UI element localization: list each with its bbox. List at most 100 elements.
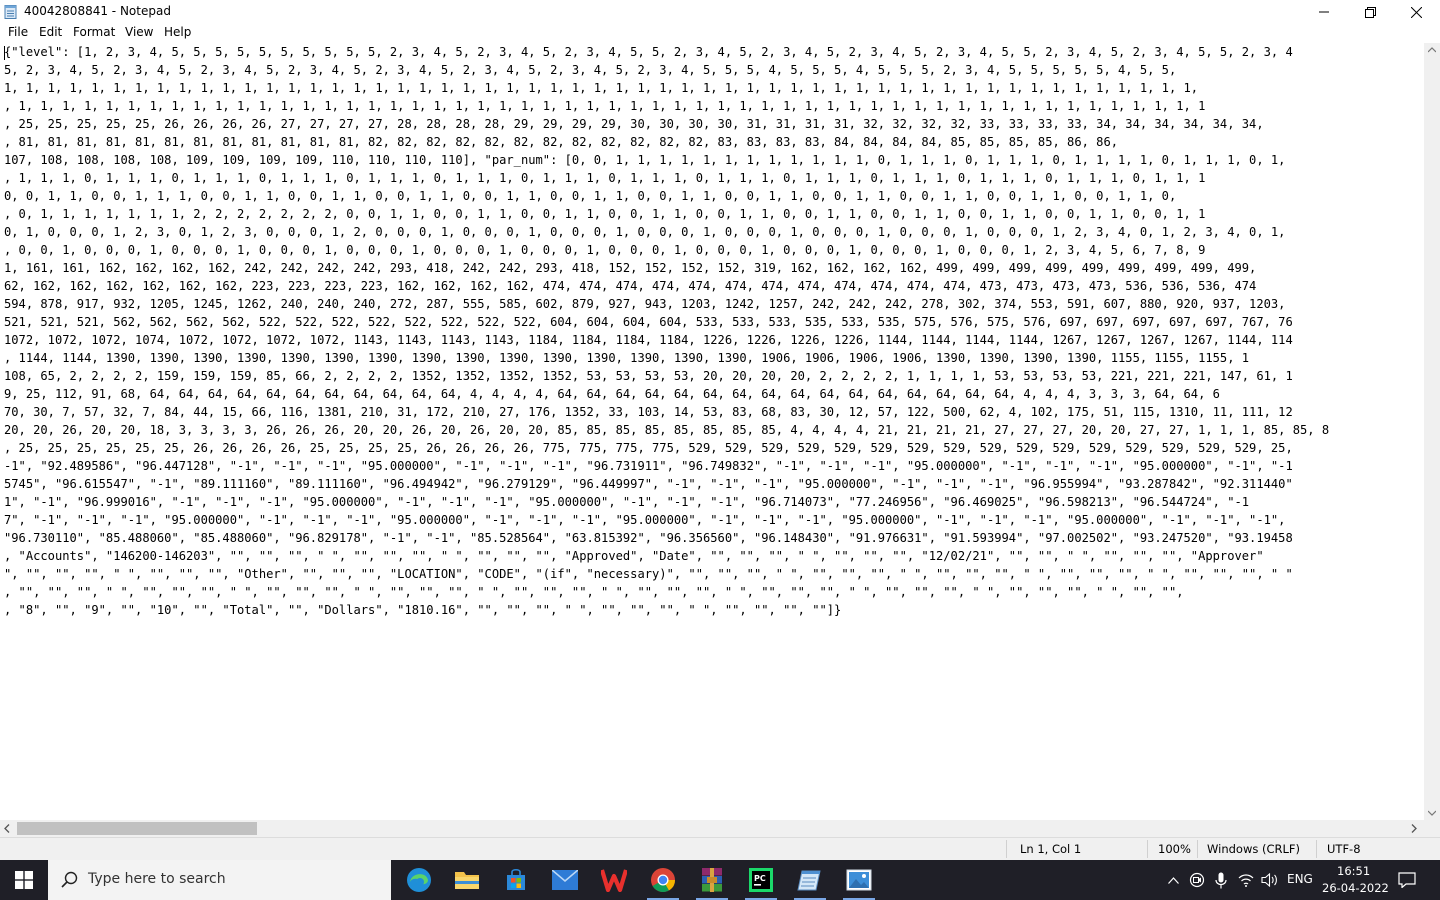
restore-icon [1364, 6, 1376, 18]
windows-logo-icon [15, 871, 33, 889]
notification-center-button[interactable] [1392, 860, 1422, 900]
text-editor[interactable]: {"level": [1, 2, 3, 4, 5, 5, 5, 5, 5, 5,… [0, 43, 1424, 820]
taskbar-chrome[interactable] [639, 860, 687, 900]
zoom-level: 100% [1158, 842, 1191, 856]
wifi-icon [1238, 874, 1254, 887]
text-line: , "8", "", "9", "", "10", "", "Total", "… [4, 603, 842, 617]
close-button[interactable] [1393, 0, 1439, 24]
menu-bar: File Edit Format View Help [0, 24, 1440, 43]
clock-time[interactable]: 16:51 [1337, 864, 1370, 878]
horizontal-scrollbar[interactable] [0, 820, 1424, 837]
menu-view[interactable]: View [125, 25, 153, 39]
text-line: 1", "-1", "96.999016", "-1", "-1", "-1",… [4, 495, 1250, 509]
status-divider [1147, 840, 1148, 858]
encoding: UTF-8 [1327, 842, 1361, 856]
text-line: , "", "", "", " ", "", "", "", " ", "", … [4, 585, 1184, 599]
title-bar: 40042808841 - Notepad [0, 0, 1440, 24]
scroll-up-icon[interactable] [1428, 47, 1436, 53]
minimize-icon [1319, 11, 1329, 13]
horizontal-scroll-thumb[interactable] [17, 822, 257, 835]
taskbar: Type here to search PC ENG 16:51 26-04-2… [0, 860, 1440, 900]
search-placeholder: Type here to search [88, 871, 226, 887]
text-line: 5745", "96.615547", "-1", "89.111160", "… [4, 477, 1293, 491]
text-line: 521, 521, 521, 562, 562, 562, 562, 522, … [4, 315, 1293, 329]
text-line: "96.730110", "85.488060", "85.488060", "… [4, 531, 1293, 545]
text-line: 9, 25, 112, 91, 68, 64, 64, 64, 64, 64, … [4, 387, 1220, 401]
search-icon [61, 871, 78, 888]
text-line: , 25, 25, 25, 25, 25, 26, 26, 26, 26, 27… [4, 117, 1264, 131]
text-line: , 1, 1, 1, 0, 1, 1, 1, 0, 1, 1, 1, 0, 1,… [4, 171, 1206, 185]
text-line: {"level": [1, 2, 3, 4, 5, 5, 5, 5, 5, 5,… [4, 45, 1293, 59]
taskbar-store[interactable] [492, 860, 540, 900]
text-line: ", "", "", "", " ", "", "", "", "Other",… [4, 567, 1293, 581]
text-line: 20, 20, 26, 20, 20, 18, 3, 3, 3, 3, 26, … [4, 423, 1330, 437]
text-line: 0, 1, 0, 0, 0, 1, 2, 3, 0, 1, 2, 3, 0, 0… [4, 225, 1286, 239]
text-line: , 1144, 1144, 1390, 1390, 1390, 1390, 13… [4, 351, 1250, 365]
svg-text:PC: PC [754, 874, 766, 883]
wps-office-icon [601, 869, 627, 892]
scroll-down-icon[interactable] [1428, 810, 1436, 816]
status-bar: Ln 1, Col 1 100% Windows (CRLF) UTF-8 [0, 837, 1440, 860]
taskbar-notepad[interactable] [786, 860, 834, 900]
text-line: , "Accounts", "146200-146203", "", "", "… [4, 549, 1264, 563]
status-divider [1197, 840, 1198, 858]
meet-now-icon [1189, 872, 1205, 888]
notepad-app-icon [4, 5, 17, 19]
show-hidden-icons-button[interactable] [1164, 860, 1182, 900]
restore-button[interactable] [1347, 0, 1393, 24]
mail-icon [552, 870, 578, 890]
text-line: 594, 878, 917, 932, 1205, 1245, 1262, 24… [4, 297, 1286, 311]
taskbar-photos[interactable] [835, 860, 883, 900]
tray-volume[interactable] [1259, 860, 1279, 900]
cursor-position: Ln 1, Col 1 [1020, 842, 1082, 856]
notification-icon [1398, 872, 1416, 888]
scrollbar-corner [1424, 820, 1440, 837]
taskbar-search-box[interactable]: Type here to search [48, 860, 391, 900]
tray-microphone[interactable] [1212, 860, 1230, 900]
text-line: 62, 162, 162, 162, 162, 162, 162, 223, 2… [4, 279, 1257, 293]
minimize-button[interactable] [1301, 0, 1347, 24]
taskbar-pycharm[interactable]: PC [737, 860, 785, 900]
text-line: 70, 30, 7, 57, 32, 7, 84, 44, 15, 66, 11… [4, 405, 1293, 419]
menu-format[interactable]: Format [73, 25, 115, 39]
taskbar-mail[interactable] [541, 860, 589, 900]
text-line: 108, 65, 2, 2, 2, 2, 159, 159, 159, 85, … [4, 369, 1293, 383]
taskbar-winrar[interactable] [688, 860, 736, 900]
text-line: 107, 108, 108, 108, 108, 109, 109, 109, … [4, 153, 1286, 167]
clock-date[interactable]: 26-04-2022 [1322, 881, 1389, 895]
text-line: 7", "-1", "-1", "-1", "95.000000", "-1",… [4, 513, 1286, 527]
text-line: 1072, 1072, 1072, 1074, 1072, 1072, 1072… [4, 333, 1293, 347]
text-line: 1, 161, 161, 162, 162, 162, 162, 242, 24… [4, 261, 1257, 275]
notepad-icon [797, 870, 821, 891]
tray-meet-now[interactable] [1188, 860, 1206, 900]
microphone-icon [1215, 872, 1227, 888]
status-divider [1316, 840, 1317, 858]
text-line: , 25, 25, 25, 25, 25, 25, 26, 26, 26, 26… [4, 441, 1293, 455]
text-line: 0, 0, 1, 1, 0, 0, 1, 1, 1, 0, 0, 1, 1, 0… [4, 189, 1177, 203]
taskbar-edge[interactable] [395, 860, 443, 900]
start-button[interactable] [0, 860, 48, 900]
pycharm-icon: PC [749, 868, 773, 892]
input-language[interactable]: ENG [1287, 872, 1313, 886]
scroll-right-icon[interactable] [1411, 824, 1417, 833]
text-line: -1", "92.489586", "96.447128", "-1", "-1… [4, 459, 1293, 473]
photos-icon [846, 869, 872, 891]
tray-network[interactable] [1236, 860, 1256, 900]
store-icon [507, 868, 525, 890]
text-line: , 0, 0, 1, 0, 0, 0, 1, 0, 0, 0, 1, 0, 0,… [4, 243, 1206, 257]
menu-edit[interactable]: Edit [39, 25, 62, 39]
vertical-scrollbar[interactable] [1424, 43, 1440, 820]
menu-file[interactable]: File [8, 25, 28, 39]
taskbar-wps-office[interactable] [590, 860, 638, 900]
status-divider [1006, 840, 1007, 858]
text-line: , 81, 81, 81, 81, 81, 81, 81, 81, 81, 81… [4, 135, 1119, 149]
chevron-up-icon [1167, 876, 1179, 884]
text-line: 1, 1, 1, 1, 1, 1, 1, 1, 1, 1, 1, 1, 1, 1… [4, 81, 1199, 95]
close-icon [1410, 6, 1422, 18]
speaker-icon [1260, 873, 1277, 887]
menu-help[interactable]: Help [164, 25, 191, 39]
scroll-left-icon[interactable] [4, 824, 10, 833]
edge-icon [407, 868, 431, 892]
taskbar-file-explorer[interactable] [443, 860, 491, 900]
winrar-icon [702, 868, 722, 892]
